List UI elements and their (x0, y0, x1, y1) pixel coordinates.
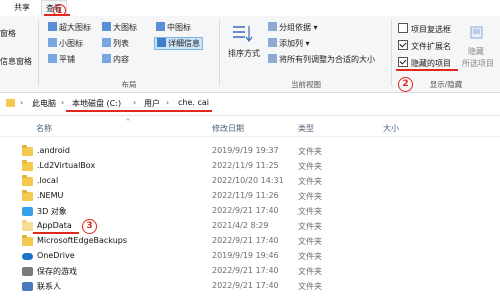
ribbon: 窗格 信息窗格 超大图标 大图标 中图标 小图标 列表 详细信息 平铺 内容 布… (0, 16, 500, 93)
breadcrumb-separator: › (20, 98, 24, 107)
item-checkboxes-checkbox[interactable] (398, 23, 408, 33)
sort-by-button[interactable]: 排序方式 (228, 48, 260, 59)
folder-icon (22, 190, 33, 201)
file-row[interactable]: .local 2022/10/20 14:31 文件夹 (0, 175, 500, 190)
add-columns-button[interactable]: 添加列 ▾ (268, 38, 310, 49)
details-pane-button[interactable]: 信息窗格 (0, 56, 32, 67)
group-by-icon (268, 22, 277, 31)
annotation-step-3: 3 (82, 219, 97, 234)
selected-items-label: 所选项目 (462, 59, 494, 68)
file-extensions-checkbox[interactable] (398, 40, 408, 50)
column-header-date[interactable]: 修改日期 (212, 123, 244, 134)
tiles-icon (48, 54, 57, 63)
folder-icon (22, 145, 33, 156)
header-divider (0, 136, 500, 137)
layout-extra-large-icons[interactable]: 超大图标 (48, 22, 91, 33)
folder-icon (6, 99, 15, 107)
large-icons-icon (102, 22, 111, 31)
item-checkboxes-toggle[interactable]: 项目复选框 (398, 23, 451, 35)
ribbon-tab-bar: 共享 查看 (0, 0, 500, 17)
file-row[interactable]: MicrosoftEdgeBackups 2022/9/21 17:40 文件夹 (0, 235, 500, 250)
file-row[interactable]: 保存的游戏 2022/9/21 17:40 文件夹 (0, 265, 500, 280)
sort-indicator-icon: ^ (125, 118, 131, 126)
navigation-pane-button[interactable]: 窗格 (0, 28, 16, 39)
breadcrumb-separator: › (133, 98, 137, 107)
layout-list[interactable]: 列表 (102, 38, 129, 49)
breadcrumb-separator: › (61, 98, 65, 107)
list-icon (102, 38, 111, 47)
add-columns-icon (268, 38, 277, 47)
layout-content[interactable]: 内容 (102, 54, 129, 65)
hidden-items-checkbox[interactable] (398, 57, 408, 67)
hide-selected-icon (470, 26, 484, 40)
breadcrumb-local-disk[interactable]: 本地磁盘 (C:) (72, 98, 121, 109)
layout-details[interactable]: 详细信息 (154, 37, 203, 50)
size-columns-icon (268, 54, 277, 63)
group-label-current-view: 当前视图 (291, 80, 321, 89)
address-bar[interactable]: › 此电脑 › 本地磁盘 (C:) › 用户 › che. cai (0, 93, 500, 116)
sort-by-icon (231, 24, 253, 44)
breadcrumb-users[interactable]: 用户 (144, 98, 160, 109)
annotation-underline-appdata (33, 232, 79, 234)
group-label-layout: 布局 (121, 80, 137, 89)
size-all-columns-button[interactable]: 将所有列调整为合适的大小 (268, 54, 375, 65)
separator (219, 20, 220, 86)
folder-icon (22, 235, 33, 246)
folder-icon (22, 175, 33, 186)
3d-objects-icon (22, 207, 33, 216)
separator (391, 20, 392, 86)
layout-large-icons[interactable]: 大图标 (102, 22, 137, 33)
hidden-items-toggle[interactable]: 隐藏的项目 (398, 57, 451, 69)
column-header-name[interactable]: 名称 (36, 123, 52, 134)
extra-large-icons-icon (48, 22, 57, 31)
file-row[interactable]: .Ld2VirtualBox 2022/11/9 11:25 文件夹 (0, 160, 500, 175)
annotation-underline-hidden-items (396, 69, 458, 71)
folder-icon (22, 160, 33, 171)
file-row[interactable]: 3D 对象 2022/9/21 17:40 文件夹 (0, 205, 500, 220)
group-by-button[interactable]: 分组依据 ▾ (268, 22, 318, 33)
content-icon (102, 54, 111, 63)
layout-tiles[interactable]: 平铺 (48, 54, 75, 65)
file-extensions-toggle[interactable]: 文件扩展名 (398, 40, 451, 52)
breadcrumb-user[interactable]: che. cai (178, 98, 209, 107)
file-row[interactable]: 联系人 2022/9/21 17:40 文件夹 (0, 280, 500, 295)
annotation-underline-path (66, 110, 212, 112)
breadcrumb-this-pc[interactable]: 此电脑 (32, 98, 56, 109)
details-icon (157, 38, 166, 47)
layout-medium-icons[interactable]: 中图标 (156, 22, 191, 33)
medium-icons-icon (156, 22, 165, 31)
saved-games-icon (22, 267, 33, 276)
annotation-step-2: 2 (398, 77, 413, 92)
layout-small-icons[interactable]: 小图标 (48, 38, 83, 49)
hide-selected-button[interactable]: 隐藏 (468, 46, 484, 57)
file-row[interactable]: .android 2019/9/19 19:37 文件夹 (0, 145, 500, 160)
contacts-icon (22, 282, 33, 291)
small-icons-icon (48, 38, 57, 47)
separator (38, 20, 39, 86)
onedrive-icon (22, 253, 33, 260)
column-header-size[interactable]: 大小 (383, 123, 399, 134)
column-header-type[interactable]: 类型 (298, 123, 314, 134)
tab-share[interactable]: 共享 (10, 0, 34, 16)
file-row[interactable]: OneDrive 2019/9/19 19:46 文件夹 (0, 250, 500, 265)
breadcrumb-separator: › (166, 98, 170, 107)
file-row[interactable]: .NEMU 2022/11/9 11:26 文件夹 (0, 190, 500, 205)
folder-icon (22, 220, 33, 231)
